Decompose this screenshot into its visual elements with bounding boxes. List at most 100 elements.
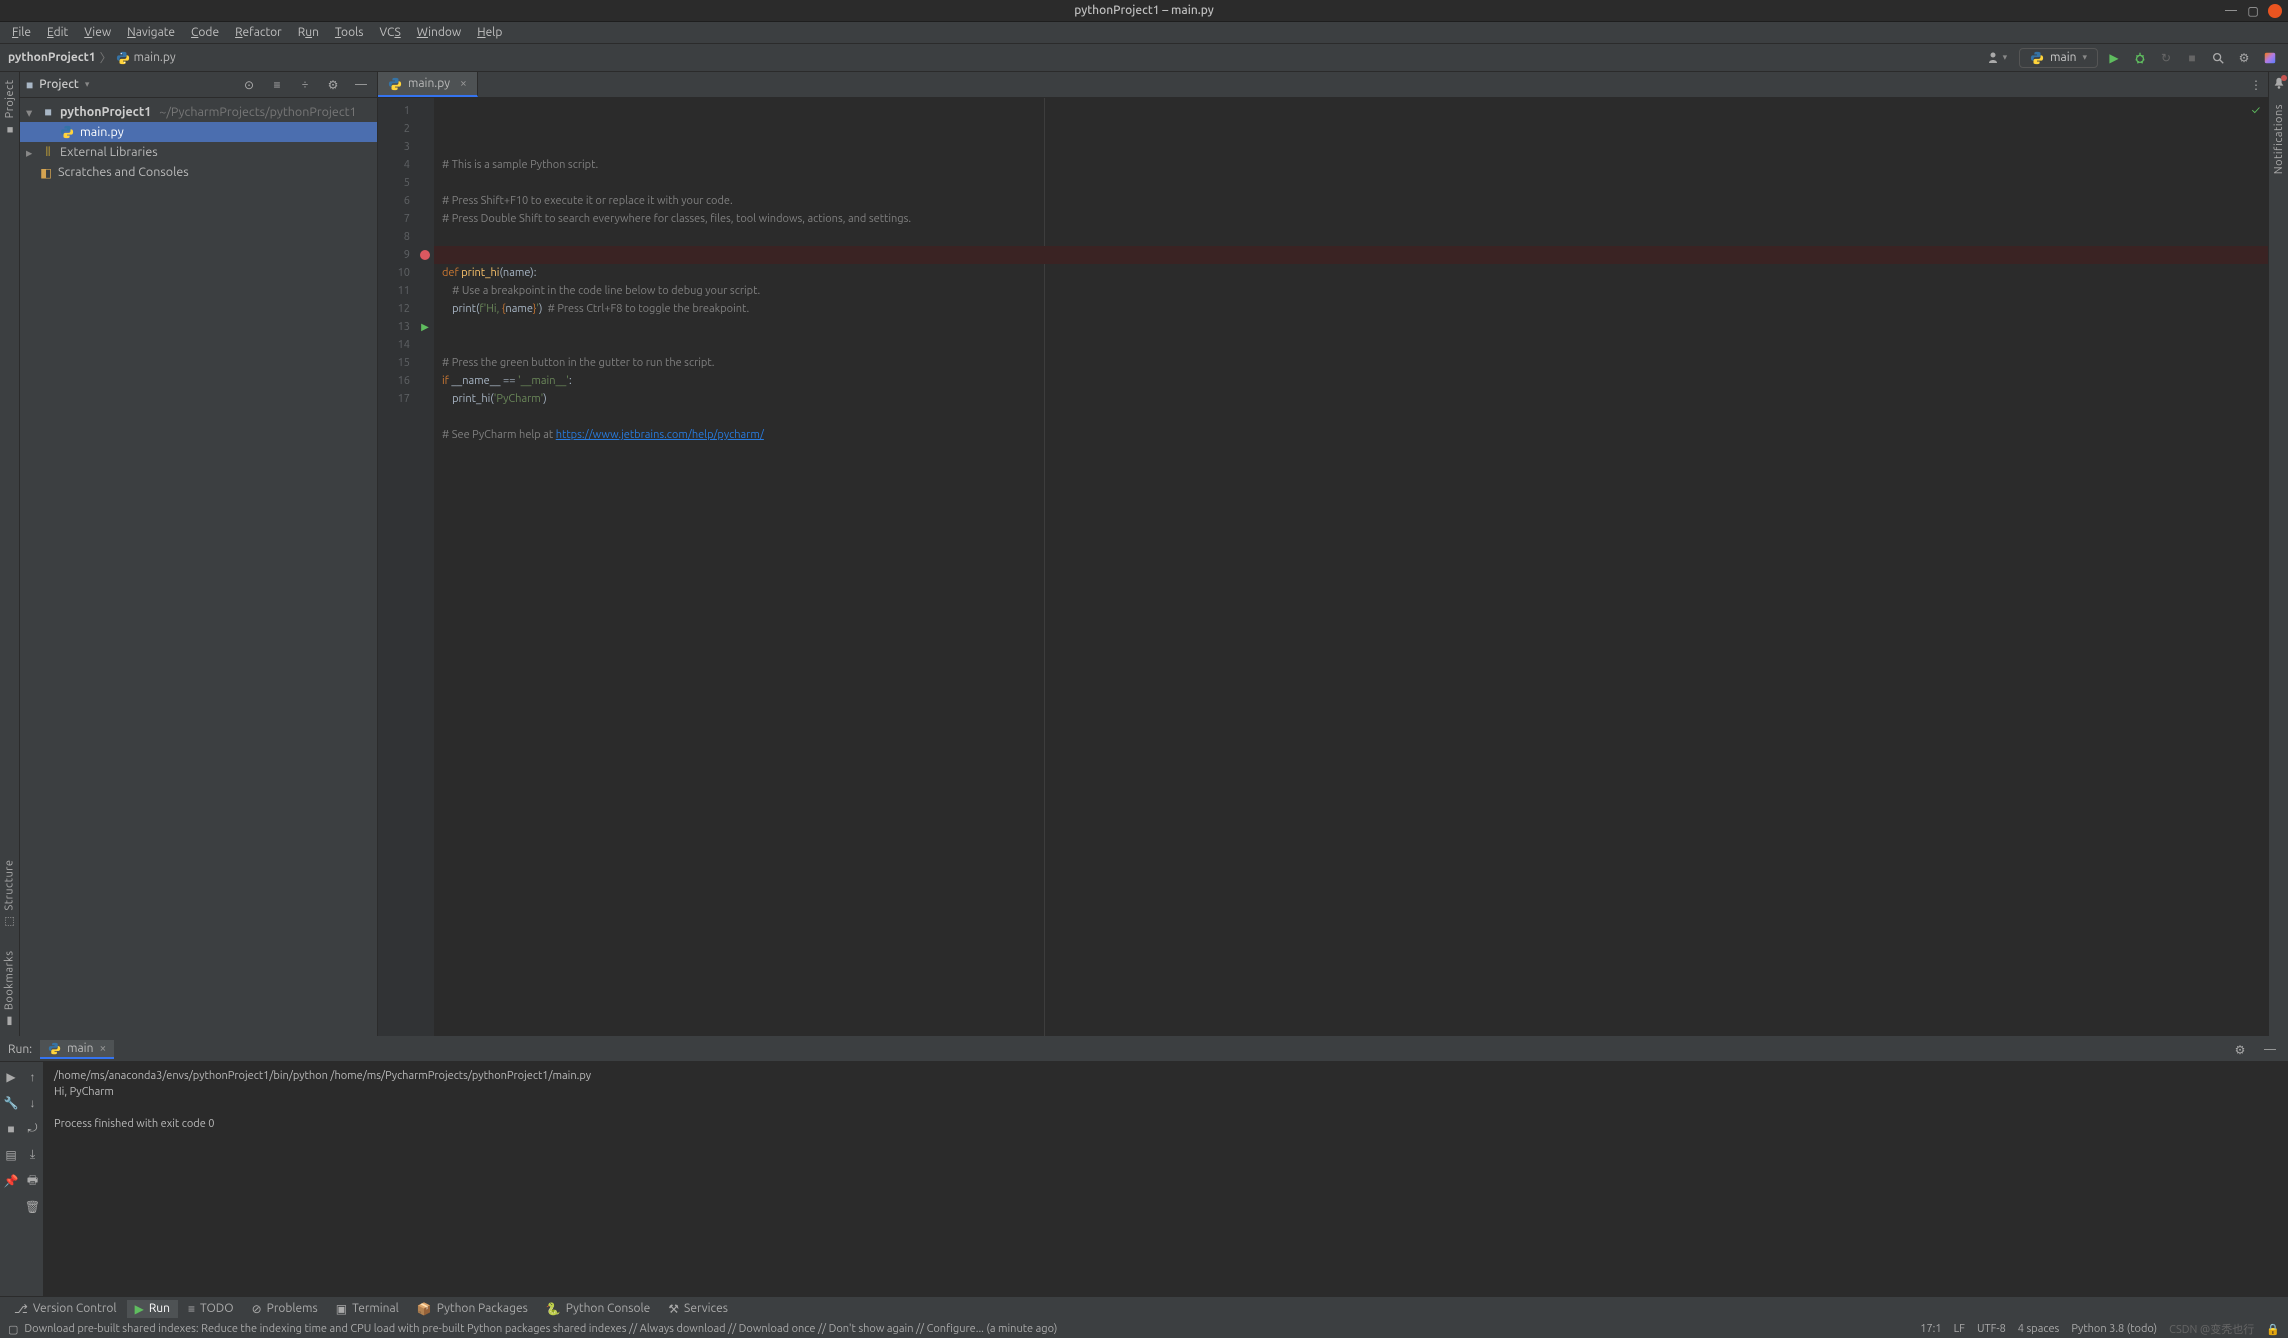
project-panel: ■ Project ▾ ⊙ ≡ ÷ ⚙ — ▾ ■ pythonProject1…	[20, 72, 378, 1036]
tree-file-main[interactable]: main.py	[20, 122, 377, 142]
run-gutter-icon[interactable]: ▶	[421, 321, 429, 333]
bookmarks-tool-button[interactable]: ▮ Bookmarks	[3, 947, 16, 1032]
menu-vcs[interactable]: VCS	[373, 24, 406, 41]
menubar: File Edit View Navigate Code Refactor Ru…	[0, 22, 2288, 44]
breadcrumb-separator: 〉	[100, 49, 112, 66]
status-tool-window-icon[interactable]: ▢	[8, 1323, 18, 1336]
minimize-button[interactable]: —	[2224, 4, 2238, 18]
run-toolbar-primary: ▶ 🔧 ■ ▤ 📌	[0, 1062, 22, 1296]
breakpoint-icon[interactable]	[420, 250, 430, 260]
editor-area: main.py × ⋮ 1234567891011121314151617 ▶ …	[378, 72, 2268, 1036]
left-tool-strip-bottom: ⬚ Structure ▮ Bookmarks	[0, 300, 20, 1036]
project-view-dropdown[interactable]: ▾	[85, 79, 90, 90]
scroll-end-icon[interactable]: ⤓	[24, 1146, 42, 1164]
line-separator[interactable]: LF	[1954, 1323, 1965, 1335]
coverage-button[interactable]: ↻	[2156, 48, 2176, 68]
stop-icon[interactable]: ■	[2, 1120, 20, 1138]
menu-help[interactable]: Help	[471, 24, 508, 41]
breadcrumb: pythonProject1 〉 main.py	[8, 49, 176, 66]
collapse-all-icon[interactable]: ÷	[295, 75, 315, 95]
maximize-button[interactable]: ▢	[2246, 4, 2260, 18]
gutter-marks[interactable]: ▶	[416, 98, 434, 1036]
down-icon[interactable]: ↓	[24, 1094, 42, 1112]
caret-position[interactable]: 17:1	[1920, 1323, 1941, 1335]
menu-code[interactable]: Code	[185, 24, 225, 41]
tab-python-packages[interactable]: 📦Python Packages	[409, 1300, 536, 1318]
clear-icon[interactable]: 🗑	[24, 1198, 42, 1216]
tab-terminal[interactable]: ▣Terminal	[328, 1300, 407, 1318]
tree-scratches[interactable]: ◧ Scratches and Consoles	[20, 162, 377, 182]
project-panel-header: ■ Project ▾ ⊙ ≡ ÷ ⚙ —	[20, 72, 377, 98]
run-settings-icon[interactable]: ⚙	[2230, 1040, 2250, 1060]
navbar: pythonProject1 〉 main.py ▾ main ▾ ▶ ↻ ■ …	[0, 44, 2288, 72]
run-panel: Run: main × ⚙ — ▶ 🔧 ■ ▤ 📌 ↑ ↓ ⤾ ⤓ 🖶 🗑	[0, 1036, 2288, 1296]
watermark: CSDN @变秃也行	[2169, 1321, 2254, 1337]
menu-run[interactable]: Run	[292, 24, 325, 41]
breadcrumb-file[interactable]: main.py	[134, 51, 176, 64]
notifications-tool-button[interactable]: Notifications	[2273, 100, 2285, 178]
run-panel-title: Run:	[8, 1043, 32, 1056]
tab-version-control[interactable]: ⎇Version Control	[6, 1300, 125, 1318]
search-button[interactable]	[2208, 48, 2228, 68]
debug-button[interactable]	[2130, 48, 2150, 68]
run-config-selector[interactable]: main ▾	[2019, 48, 2098, 68]
project-tool-button[interactable]: ■ Project	[4, 76, 16, 139]
tab-todo[interactable]: ≡TODO	[180, 1300, 242, 1318]
tab-python-console[interactable]: 🐍Python Console	[538, 1300, 658, 1318]
close-tab-icon[interactable]: ×	[460, 77, 467, 90]
tab-run[interactable]: ▶Run	[127, 1300, 178, 1318]
tab-list-menu[interactable]: ⋮	[2244, 72, 2268, 97]
tree-root[interactable]: ▾ ■ pythonProject1 ~/PycharmProjects/pyt…	[20, 102, 377, 122]
file-encoding[interactable]: UTF-8	[1977, 1323, 2006, 1335]
lock-icon[interactable]: 🔒	[2266, 1323, 2280, 1336]
status-message[interactable]: Download pre-built shared indexes: Reduc…	[24, 1323, 1057, 1335]
rerun-icon[interactable]: ▶	[2, 1068, 20, 1086]
stop-button[interactable]: ■	[2182, 48, 2202, 68]
notifications-bell-icon[interactable]	[2272, 76, 2286, 90]
editor-tab-main[interactable]: main.py ×	[378, 72, 478, 97]
run-output[interactable]: /home/ms/anaconda3/envs/pythonProject1/b…	[44, 1062, 2288, 1296]
menu-navigate[interactable]: Navigate	[121, 24, 181, 41]
ide-toolbox-button[interactable]	[2260, 48, 2280, 68]
menu-refactor[interactable]: Refactor	[229, 24, 288, 41]
select-opened-file-icon[interactable]: ⊙	[239, 75, 259, 95]
project-view-title[interactable]: Project	[39, 78, 79, 91]
menu-file[interactable]: File	[6, 24, 37, 41]
project-tree: ▾ ■ pythonProject1 ~/PycharmProjects/pyt…	[20, 98, 377, 186]
tab-services[interactable]: ⚒Services	[660, 1300, 736, 1318]
code-with-me-button[interactable]: ▾	[1981, 48, 2014, 68]
breadcrumb-project[interactable]: pythonProject1	[8, 51, 96, 64]
print-icon[interactable]: 🖶	[24, 1172, 42, 1190]
tab-problems[interactable]: ⊘Problems	[244, 1300, 326, 1318]
run-config-tab[interactable]: main ×	[40, 1040, 114, 1059]
main-body: ■ Project ■ Project ▾ ⊙ ≡ ÷ ⚙ — ▾ ■ pyth…	[0, 72, 2288, 1036]
run-toolbar-secondary: ↑ ↓ ⤾ ⤓ 🖶 🗑	[22, 1062, 44, 1296]
menu-tools[interactable]: Tools	[329, 24, 370, 41]
inspection-ok-icon[interactable]: ✓	[2252, 104, 2260, 117]
layout-icon[interactable]: ▤	[2, 1146, 20, 1164]
structure-tool-button[interactable]: ⬚ Structure	[3, 856, 16, 933]
run-panel-header: Run: main × ⚙ —	[0, 1038, 2288, 1062]
expand-all-icon[interactable]: ≡	[267, 75, 287, 95]
up-icon[interactable]: ↑	[24, 1068, 42, 1086]
line-numbers: 1234567891011121314151617	[378, 98, 416, 1036]
settings-button[interactable]: ⚙	[2234, 48, 2254, 68]
run-hide-icon[interactable]: —	[2260, 1040, 2280, 1060]
menu-view[interactable]: View	[78, 24, 117, 41]
menu-edit[interactable]: Edit	[41, 24, 74, 41]
indent-info[interactable]: 4 spaces	[2018, 1323, 2060, 1335]
hide-panel-icon[interactable]: —	[351, 75, 371, 95]
window-title: pythonProject1 – main.py	[1074, 4, 1214, 17]
titlebar: pythonProject1 – main.py — ▢	[0, 0, 2288, 22]
tree-external-libraries[interactable]: ▸ ⫴ External Libraries	[20, 142, 377, 162]
interpreter-info[interactable]: Python 3.8 (todo)	[2071, 1323, 2157, 1335]
pin-icon[interactable]: 📌	[2, 1172, 20, 1190]
panel-settings-icon[interactable]: ⚙	[323, 75, 343, 95]
soft-wrap-icon[interactable]: ⤾	[24, 1120, 42, 1138]
run-button[interactable]: ▶	[2104, 48, 2124, 68]
wrench-icon[interactable]: 🔧	[2, 1094, 20, 1112]
menu-window[interactable]: Window	[411, 24, 467, 41]
close-button[interactable]	[2268, 4, 2282, 18]
project-view-icon: ■	[26, 78, 33, 92]
code-editor[interactable]: 1234567891011121314151617 ▶ # This is a …	[378, 98, 2268, 1036]
